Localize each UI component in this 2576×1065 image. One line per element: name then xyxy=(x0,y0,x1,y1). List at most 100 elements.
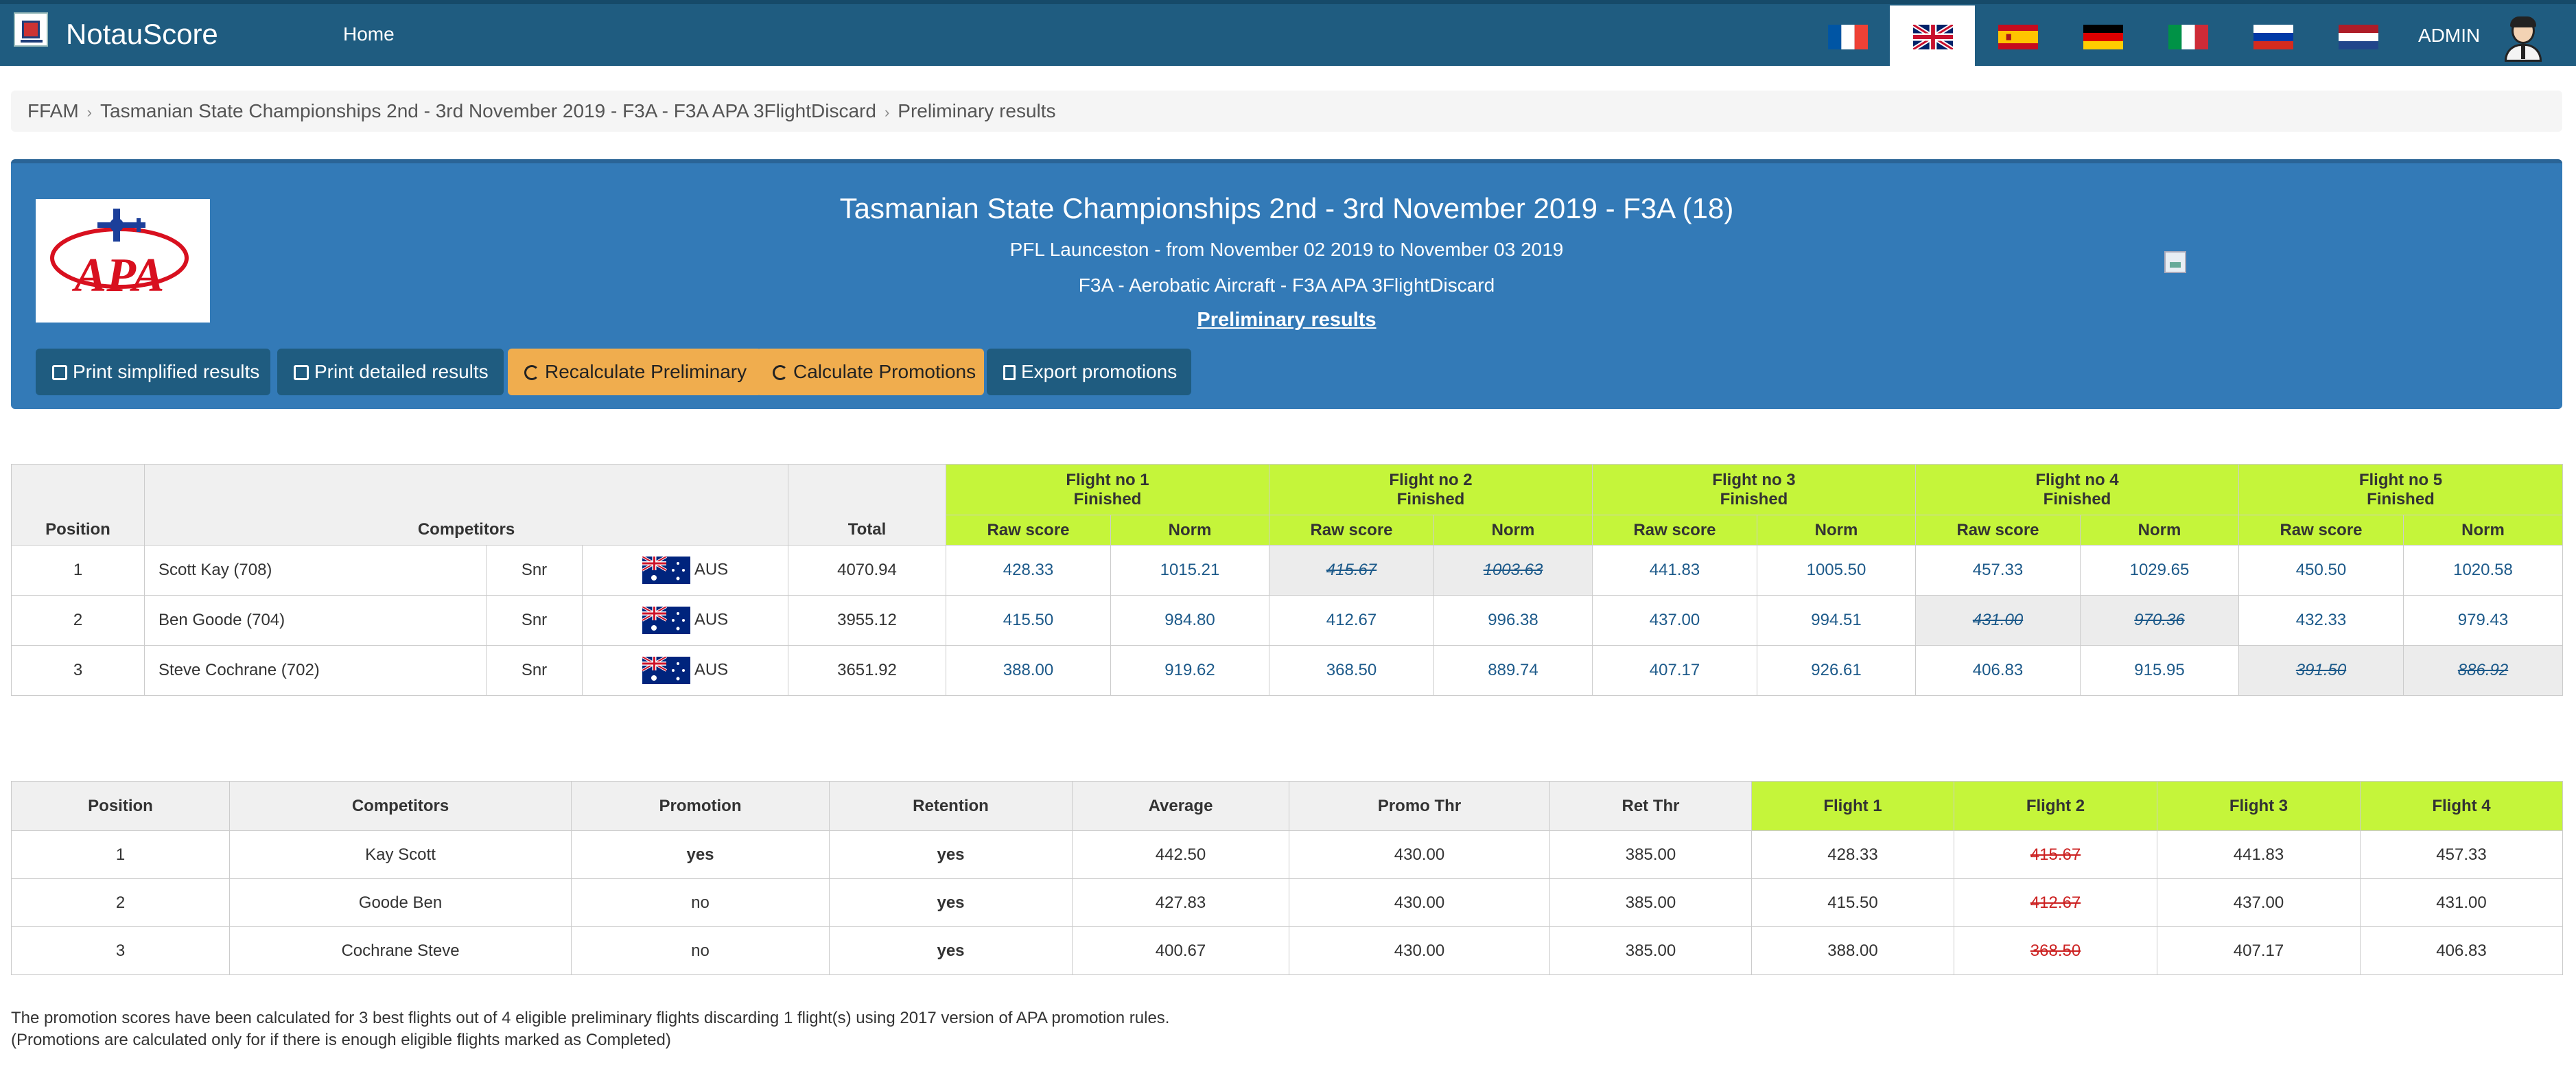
top-navbar: NotauScore Home ADMIN xyxy=(0,0,2576,70)
norm-score-cell[interactable]: 994.51 xyxy=(1757,595,1916,646)
raw-score-cell[interactable]: 432.33 xyxy=(2238,595,2404,646)
de-flag-icon[interactable] xyxy=(2083,25,2123,49)
norm-score-cell[interactable]: 926.61 xyxy=(1757,645,1916,696)
refresh-icon xyxy=(524,365,539,380)
total-score: 3955.12 xyxy=(788,595,946,646)
promo-col-header: Flight 1 xyxy=(1751,781,1954,831)
promo-f2-cell: 412.67 xyxy=(1954,878,2157,927)
app-logo-icon[interactable] xyxy=(14,12,48,47)
raw-score-cell[interactable]: 431.00 xyxy=(1915,595,2081,646)
promo-col-header: Retention xyxy=(829,781,1073,831)
total-score: 3651.92 xyxy=(788,645,946,696)
norm-score-cell[interactable]: 996.38 xyxy=(1433,595,1593,646)
uk-flag-icon[interactable] xyxy=(1913,25,1953,49)
norm-score-cell[interactable]: 1015.21 xyxy=(1110,545,1269,596)
export-promotions-button[interactable]: Export promotions xyxy=(987,349,1191,395)
promo-promo-thr-cell: 430.00 xyxy=(1289,878,1550,927)
contest-title: Tasmanian State Championships 2nd - 3rd … xyxy=(839,192,1734,224)
flight-header[interactable]: Flight no 4 Finished xyxy=(1915,464,2239,515)
norm-score-cell[interactable]: 970.36 xyxy=(2080,595,2239,646)
nav-home-link[interactable]: Home xyxy=(343,23,395,45)
promo-pos-cell: 1 xyxy=(11,830,230,879)
fr-flag-icon[interactable] xyxy=(1828,25,1868,49)
calculate-promotions-button[interactable]: Calculate Promotions xyxy=(756,349,984,395)
print-simplified-button[interactable]: Print simplified results xyxy=(36,349,270,395)
competitor-name[interactable]: Steve Cochrane (702) xyxy=(144,645,487,696)
competitor-name[interactable]: Scott Kay (708) xyxy=(144,545,487,596)
print-detailed-button[interactable]: Print detailed results xyxy=(277,349,504,395)
col-norm: Norm xyxy=(1433,515,1593,546)
raw-score-cell[interactable]: 441.83 xyxy=(1592,545,1757,596)
promo-col-header: Position xyxy=(11,781,230,831)
raw-score-cell[interactable]: 407.17 xyxy=(1592,645,1757,696)
raw-score-cell[interactable]: 415.50 xyxy=(946,595,1111,646)
norm-score-cell[interactable]: 915.95 xyxy=(2080,645,2239,696)
promo-name-cell: Kay Scott xyxy=(229,830,572,879)
flight-header[interactable]: Flight no 3 Finished xyxy=(1592,464,1916,515)
breadcrumb-item-contest[interactable]: Tasmanian State Championships 2nd - 3rd … xyxy=(100,100,876,121)
au-flag-icon xyxy=(642,557,690,584)
raw-score-cell[interactable]: 391.50 xyxy=(2238,645,2404,696)
flight-header[interactable]: Flight no 1 Finished xyxy=(946,464,1269,515)
promo-ret-thr-cell: 385.00 xyxy=(1549,878,1752,927)
brand-name[interactable]: NotauScore xyxy=(66,18,218,51)
promo-pos-cell: 2 xyxy=(11,878,230,927)
promo-col-header: Ret Thr xyxy=(1549,781,1752,831)
breadcrumb: FFAM › Tasmanian State Championships 2nd -… xyxy=(11,91,2562,132)
promo-f4-cell: 457.33 xyxy=(2360,830,2563,879)
raw-score-cell[interactable]: 428.33 xyxy=(946,545,1111,596)
promo-f1-cell: 415.50 xyxy=(1751,878,1954,927)
col-norm: Norm xyxy=(2403,515,2563,546)
norm-score-cell[interactable]: 886.92 xyxy=(2403,645,2563,696)
raw-score-cell[interactable]: 457.33 xyxy=(1915,545,2081,596)
promo-promotion-cell: yes xyxy=(571,830,830,879)
norm-score-cell[interactable]: 1003.63 xyxy=(1433,545,1593,596)
flight-header[interactable]: Flight no 5 Finished xyxy=(2238,464,2563,515)
norm-score-cell[interactable]: 1005.50 xyxy=(1757,545,1916,596)
norm-score-cell[interactable]: 979.43 xyxy=(2403,595,2563,646)
admin-menu[interactable]: ADMIN xyxy=(2418,25,2480,47)
norm-score-cell[interactable]: 984.80 xyxy=(1110,595,1269,646)
promotion-row: 3 Cochrane Steve no yes 400.67 430.00 385.00 38… xyxy=(11,926,2563,975)
breadcrumb-item-ffam[interactable]: FFAM xyxy=(27,100,79,121)
competitor-country: AUS xyxy=(582,545,788,596)
raw-score-cell[interactable]: 415.67 xyxy=(1269,545,1434,596)
col-raw-score: Raw score xyxy=(1269,515,1434,546)
raw-score-cell[interactable]: 437.00 xyxy=(1592,595,1757,646)
promotion-footnote: The promotion scores have been calculate… xyxy=(11,1009,1170,1027)
promo-promo-thr-cell: 430.00 xyxy=(1289,926,1550,975)
raw-score-cell[interactable]: 406.83 xyxy=(1915,645,2081,696)
raw-score-cell[interactable]: 368.50 xyxy=(1269,645,1434,696)
norm-score-cell[interactable]: 889.74 xyxy=(1433,645,1593,696)
col-norm: Norm xyxy=(2080,515,2239,546)
competitor-country: AUS xyxy=(582,645,788,696)
user-avatar-icon[interactable] xyxy=(2502,16,2544,62)
competitor-country: AUS xyxy=(582,595,788,646)
ru-flag-icon[interactable] xyxy=(2253,25,2293,49)
raw-score-cell[interactable]: 450.50 xyxy=(2238,545,2404,596)
nl-flag-icon[interactable] xyxy=(2339,25,2378,49)
au-flag-icon xyxy=(642,607,690,634)
promo-col-header: Promo Thr xyxy=(1289,781,1550,831)
promo-ret-thr-cell: 385.00 xyxy=(1549,830,1752,879)
norm-score-cell[interactable]: 919.62 xyxy=(1110,645,1269,696)
it-flag-icon[interactable] xyxy=(2168,25,2208,49)
promo-avg-cell: 442.50 xyxy=(1072,830,1289,879)
promo-retention-cell: yes xyxy=(829,830,1073,879)
flight-header[interactable]: Flight no 2 Finished xyxy=(1269,464,1593,515)
raw-score-cell[interactable]: 388.00 xyxy=(946,645,1111,696)
results-status-link[interactable]: Preliminary results xyxy=(11,309,2562,331)
norm-score-cell[interactable]: 1020.58 xyxy=(2403,545,2563,596)
chevron-right-icon: › xyxy=(86,104,92,121)
recalculate-preliminary-button[interactable]: Recalculate Preliminary xyxy=(508,349,762,395)
raw-score-cell[interactable]: 412.67 xyxy=(1269,595,1434,646)
au-flag-icon xyxy=(642,657,690,684)
norm-score-cell[interactable]: 1029.65 xyxy=(2080,545,2239,596)
col-raw-score: Raw score xyxy=(2238,515,2404,546)
col-total: Total xyxy=(788,464,946,546)
promo-promotion-cell: no xyxy=(571,926,830,975)
competitor-name[interactable]: Ben Goode (704) xyxy=(144,595,487,646)
promo-f2-cell: 368.50 xyxy=(1954,926,2157,975)
es-flag-icon[interactable] xyxy=(1998,25,2038,49)
promo-col-header: Flight 3 xyxy=(2157,781,2361,831)
